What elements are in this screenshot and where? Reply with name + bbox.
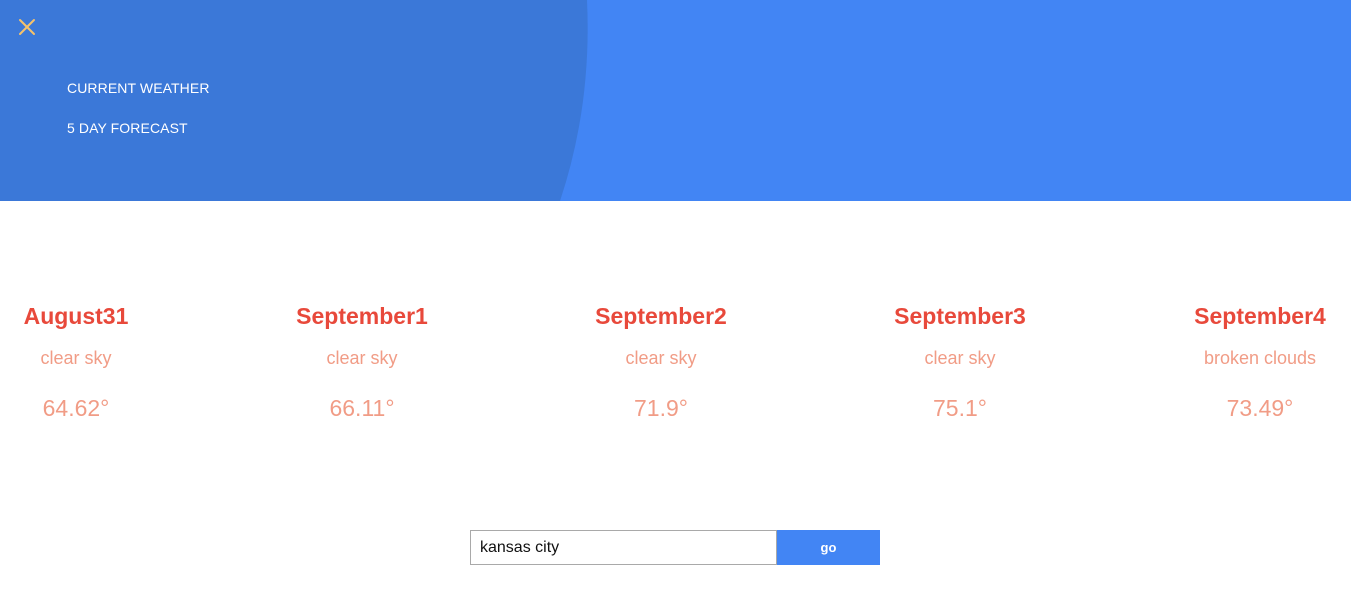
nav-panel-shape [0,0,588,201]
close-button[interactable] [14,14,40,40]
header: CURRENT WEATHER 5 DAY FORECAST [0,0,1351,201]
forecast-temperature: 75.1° [933,395,987,421]
forecast-description: broken clouds [1203,348,1317,368]
forecast-day: September3 clear sky 75.1° [850,300,1070,423]
forecast-temperature: 71.9° [634,395,688,421]
city-search-form: go [470,530,880,565]
forecast-day: September1 clear sky 66.11° [252,300,472,423]
forecast-day: August31 clear sky 64.62° [0,300,186,423]
forecast-description: clear sky [625,348,697,368]
forecast-date: August31 [23,303,129,329]
forecast-temperature: 73.49° [1226,395,1294,421]
forecast-temperature: 64.62° [42,395,110,421]
forecast-row: August31 clear sky 64.62° September1 cle… [0,300,1351,440]
forecast-date: September2 [595,303,727,329]
forecast-day: September2 clear sky 71.9° [551,300,771,423]
side-nav-panel: CURRENT WEATHER 5 DAY FORECAST [0,0,1351,201]
forecast-date: September1 [296,303,428,329]
forecast-description: clear sky [924,348,996,368]
forecast-description: clear sky [326,348,398,368]
go-button[interactable]: go [777,530,880,565]
forecast-description: clear sky [40,348,112,368]
forecast-date: September4 [1194,303,1326,329]
forecast-date: September3 [894,303,1026,329]
nav-5-day-forecast[interactable]: 5 DAY FORECAST [67,120,188,136]
city-search-input[interactable] [470,530,777,565]
close-icon [19,19,35,35]
forecast-day: September4 broken clouds 73.49° [1150,300,1351,423]
forecast-temperature: 66.11° [329,395,395,421]
nav-current-weather[interactable]: CURRENT WEATHER [67,80,210,96]
